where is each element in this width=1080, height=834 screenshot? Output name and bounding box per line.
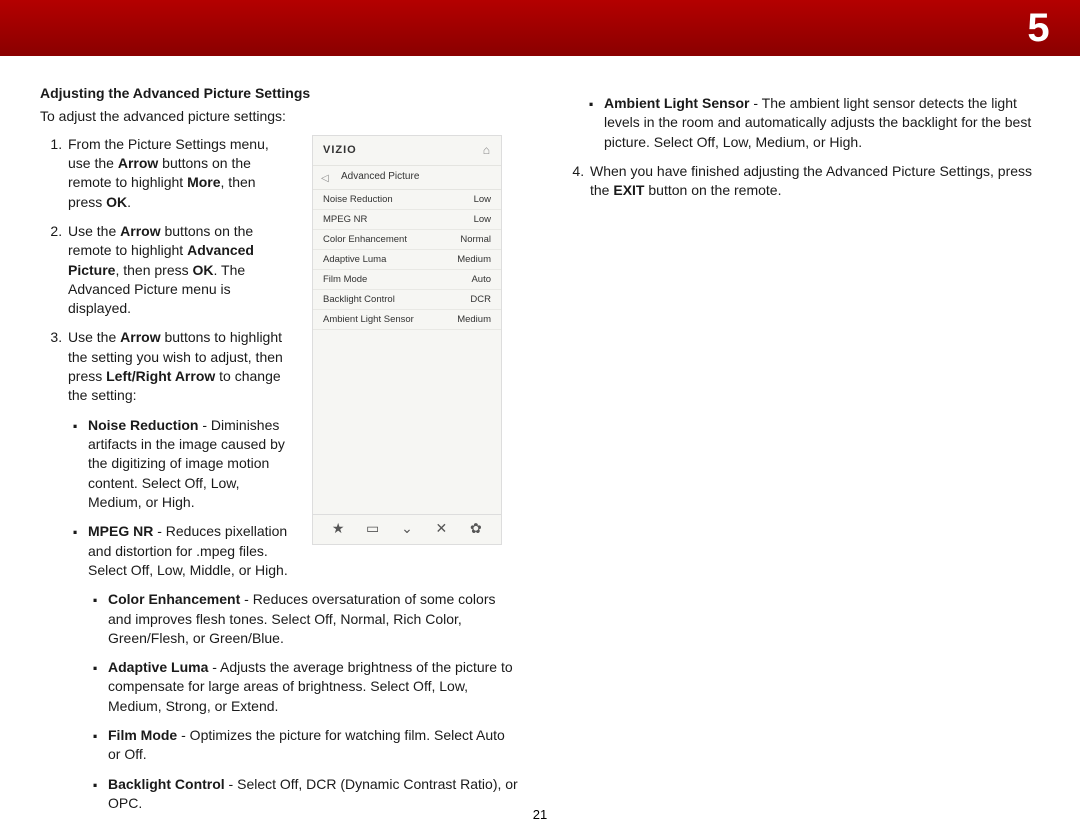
footer-close-icon: ✕ [424,519,458,538]
menu-row: Adaptive LumaMedium [313,250,501,270]
setting-bullets-bottom: Color Enhancement - Reduces oversaturati… [40,590,518,813]
bullet-film-mode: Film Mode - Optimizes the picture for wa… [88,726,518,765]
tv-menu-brand-bar: VIZIO ⌂ [313,136,501,166]
menu-row: MPEG NRLow [313,210,501,230]
bullet-noise-reduction: Noise Reduction - Diminishes artifacts i… [68,416,292,513]
step-2: Use the Arrow buttons on the remote to h… [66,222,292,319]
menu-row: Ambient Light SensorMedium [313,310,501,330]
bullet-mpeg-nr: MPEG NR - Reduces pixellation and distor… [68,522,292,580]
tv-menu-title: Advanced Picture [341,170,419,184]
menu-row: Color EnhancementNormal [313,230,501,250]
step-4: When you have finished adjusting the Adv… [588,162,1040,201]
home-icon: ⌂ [483,142,491,159]
steps-list-right: When you have finished adjusting the Adv… [562,162,1040,201]
footer-down-icon: ⌄ [390,519,424,538]
setting-bullets-right: Ambient Light Sensor - The ambient light… [562,94,1040,152]
setting-bullets-top: Noise Reduction - Diminishes artifacts i… [68,416,292,581]
menu-row: Backlight ControlDCR [313,290,501,310]
step-1: From the Picture Settings menu, use the … [66,135,292,212]
step-3: Use the Arrow buttons to highlight the s… [66,328,292,580]
footer-star-icon: ★ [321,519,355,538]
left-column: Adjusting the Advanced Picture Settings … [40,84,518,823]
footer-rect-icon: ▭ [355,519,389,538]
footer-gear-icon: ✿ [459,519,493,538]
menu-row: Film ModeAuto [313,270,501,290]
chapter-number: 5 [998,0,1080,56]
section-title: Adjusting the Advanced Picture Settings [40,84,518,103]
right-column: Ambient Light Sensor - The ambient light… [562,84,1040,823]
tv-menu-footer: ★ ▭ ⌄ ✕ ✿ [313,514,501,544]
bullet-ambient-light-sensor: Ambient Light Sensor - The ambient light… [584,94,1040,152]
bullet-color-enhancement: Color Enhancement - Reduces oversaturati… [88,590,518,648]
tv-brand-label: VIZIO [323,143,357,158]
back-icon: ◁ [321,172,329,186]
page-number: 21 [0,807,1080,822]
chapter-header: 5 [0,0,1080,56]
bullet-adaptive-luma: Adaptive Luma - Adjusts the average brig… [88,658,518,716]
page-body: Adjusting the Advanced Picture Settings … [0,56,1080,823]
intro-text: To adjust the advanced picture settings: [40,107,518,126]
tv-menu-title-row: ◁ Advanced Picture [313,166,501,190]
steps-list-top: From the Picture Settings menu, use the … [40,135,292,581]
menu-row: Noise ReductionLow [313,190,501,210]
tv-menu-screenshot: VIZIO ⌂ ◁ Advanced Picture Noise Reducti… [312,135,502,591]
